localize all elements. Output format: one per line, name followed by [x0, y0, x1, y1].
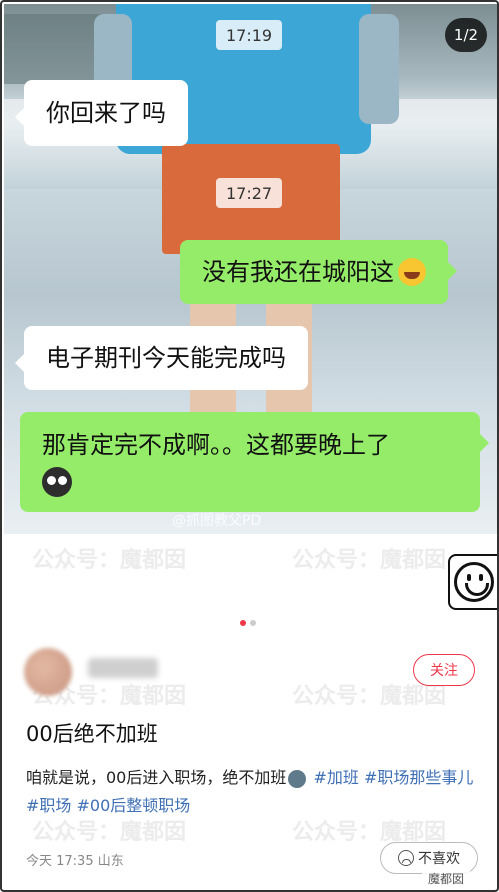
- chat-message-text: 电子期刊今天能完成吗: [46, 344, 286, 372]
- weibo-watermark: @抓图教父PD: [172, 513, 262, 529]
- hashtag-link[interactable]: #加班: [313, 768, 358, 787]
- hashtag-link[interactable]: #职场: [26, 796, 71, 815]
- emoji-reaction-button[interactable]: [448, 554, 497, 610]
- chat-message-text: 没有我还在城阳这: [202, 258, 394, 286]
- image-page-counter: 1/2: [445, 18, 487, 52]
- chat-message-text: 你回来了吗: [46, 99, 166, 127]
- dislike-label: 不喜欢: [418, 851, 460, 867]
- chat-timestamp: 17:27: [216, 178, 283, 208]
- author-avatar[interactable]: [24, 648, 72, 696]
- follow-button[interactable]: 关注: [413, 654, 475, 686]
- sad-face-icon: [398, 850, 414, 866]
- chat-bubble-received: 你回来了吗: [15, 80, 188, 146]
- watermark-text: 公众号：魔都囡: [32, 548, 187, 573]
- hashtag-link[interactable]: #00后整顿职场: [77, 796, 191, 815]
- post-body-text: 咱就是说，00后进入职场，绝不加班: [26, 768, 287, 787]
- smile-icon: [454, 562, 494, 602]
- chat-bubble-sent: 没有我还在城阳这: [180, 240, 457, 304]
- post-image[interactable]: 1/2 17:19 你回来了吗 17:27 没有我还在城阳这 电子期刊今天能完成…: [4, 4, 497, 534]
- weary-face-icon: [288, 769, 307, 788]
- watermark-text: 公众号：魔都囡: [292, 548, 447, 573]
- carousel-dot-active: [240, 620, 246, 626]
- chat-bubble-sent: 那肯定完不成啊。。这都要晚上了: [20, 412, 489, 512]
- watermark-badge: 魔都囡: [422, 868, 471, 889]
- chat-message-text: 那肯定完不成啊。。这都要晚上了: [42, 431, 390, 459]
- author-name-blurred[interactable]: [88, 658, 158, 678]
- hashtag-link[interactable]: #职场那些事儿: [364, 768, 473, 787]
- post-detail-screen: 1/2 17:19 你回来了吗 17:27 没有我还在城阳这 电子期刊今天能完成…: [0, 0, 499, 892]
- post-body: 咱就是说，00后进入职场，绝不加班 #加班 #职场那些事儿 #职场 #00后整顿…: [26, 764, 481, 820]
- post-title: 00后绝不加班: [26, 722, 158, 746]
- bug-emoji-icon: [42, 467, 72, 497]
- chat-bubble-received: 电子期刊今天能完成吗: [15, 326, 308, 390]
- post-meta: 今天 17:35 山东: [26, 854, 124, 869]
- laugh-emoji-icon: [398, 258, 426, 286]
- chat-timestamp: 17:19: [216, 20, 283, 50]
- carousel-dot[interactable]: [250, 620, 256, 626]
- carousel-indicator: [240, 620, 256, 626]
